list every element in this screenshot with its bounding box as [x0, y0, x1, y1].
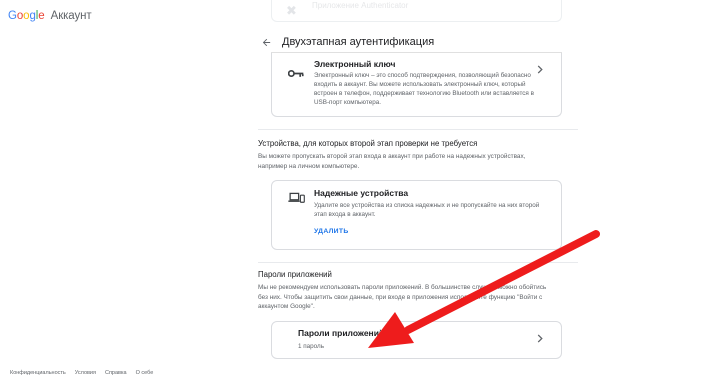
- authenticator-title: Приложение Authenticator: [312, 1, 409, 10]
- footer-link-terms[interactable]: Условия: [75, 370, 96, 376]
- devices-section-text: Вы можете пропускать второй этап входа в…: [258, 153, 526, 170]
- back-arrow-icon[interactable]: [258, 34, 274, 50]
- devices-section-heading: Устройства, для которых второй этап пров…: [258, 139, 478, 148]
- trusted-devices-description: Удалите все устройства из списка надежны…: [314, 202, 540, 218]
- footer-link-help[interactable]: Справка: [105, 370, 127, 376]
- product-name: Аккаунт: [50, 10, 92, 22]
- security-key-card[interactable]: Электронный ключ Электронный ключ – это …: [271, 53, 562, 117]
- security-key-title: Электронный ключ: [314, 59, 396, 69]
- trusted-devices-title: Надежные устройства: [314, 188, 409, 198]
- google-account-logo[interactable]: Google Аккаунт: [8, 10, 92, 22]
- app-passwords-heading: Пароли приложений: [258, 270, 332, 279]
- authenticator-icon: ✖: [286, 3, 297, 18]
- app-passwords-text: Мы не рекомендуем использовать пароли пр…: [258, 284, 547, 310]
- app-passwords-title: Пароли приложений: [298, 328, 385, 338]
- footer-link-privacy[interactable]: Конфиденциальность: [10, 370, 66, 376]
- remove-devices-button[interactable]: УДАЛИТЬ: [314, 228, 349, 235]
- laptop-phone-icon: [288, 191, 305, 209]
- footer-link-about[interactable]: О себе: [136, 370, 154, 376]
- app-passwords-count: 1 пароль: [298, 343, 324, 350]
- footer-links: Конфиденциальность Условия Справка О себ…: [10, 370, 153, 376]
- section-divider: [258, 262, 578, 263]
- security-key-description: Электронный ключ – это способ подтвержде…: [314, 72, 534, 106]
- key-icon: [287, 65, 304, 83]
- chevron-right-icon: [537, 334, 543, 346]
- section-divider: [258, 129, 578, 130]
- app-passwords-card[interactable]: Пароли приложений 1 пароль: [271, 321, 562, 359]
- trusted-devices-card: Надежные устройства Удалите все устройст…: [271, 180, 562, 250]
- page-header: Двухэтапная аутентификация: [258, 30, 434, 54]
- chevron-right-icon: [537, 65, 543, 77]
- page-title: Двухэтапная аутентификация: [282, 36, 435, 48]
